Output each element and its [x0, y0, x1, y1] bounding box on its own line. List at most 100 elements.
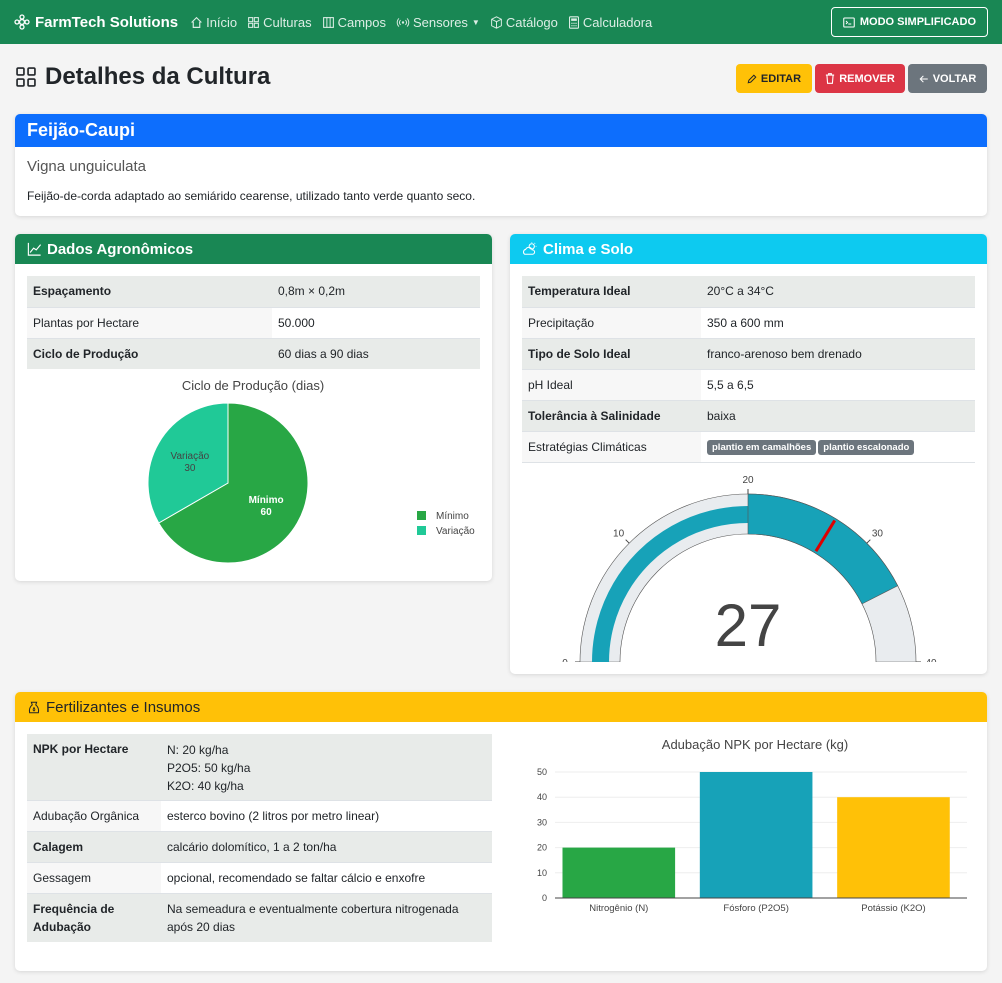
cloud-sun-icon [522, 242, 537, 255]
fert-card: Fertilizantes e Insumos NPK por Hectare … [15, 692, 987, 971]
table-row: Frequência de Adubação Na semeadura e eve… [27, 892, 492, 942]
table-row: Plantas por Hectare 50.000 [27, 306, 480, 338]
gauge-tick [866, 539, 871, 544]
x-tick-label: Fósforo (P2O5) [723, 903, 788, 914]
flower-icon [14, 14, 30, 30]
row-value: N: 20 kg/ha P2O5: 50 kg/ha K2O: 40 kg/ha [161, 734, 492, 800]
bar[interactable] [562, 847, 676, 898]
back-button[interactable]: VOLTAR [908, 64, 987, 93]
slice-value: 30 [184, 463, 196, 474]
nav-item-inicio[interactable]: Início [190, 15, 237, 30]
x-tick-label: Potássio (K2O) [861, 903, 925, 914]
npk-n: N: 20 kg/ha [167, 742, 229, 757]
table-row: pH Ideal 5,5 a 6,5 [522, 368, 975, 400]
y-tick-label: 30 [537, 817, 547, 827]
row-value: plantio em camalhões plantio escalonado [701, 430, 975, 462]
nav-item-sensores[interactable]: Sensores ▼ [396, 15, 480, 30]
edit-label: EDITAR [760, 72, 802, 85]
slice-label: Variação [171, 451, 210, 462]
gauge-tick-label: 10 [613, 529, 625, 540]
remove-label: REMOVER [839, 72, 895, 85]
row-key: NPK por Hectare [27, 734, 161, 800]
agro-table: Espaçamento 0,8m × 0,2m Plantas por Hecta… [27, 276, 480, 369]
gauge-tick-label: 30 [872, 529, 884, 540]
nav-item-catalogo[interactable]: Catálogo [490, 15, 558, 30]
row-value: franco-arenoso bem drenado [701, 337, 975, 369]
table-row: Temperatura Ideal 20°C a 34°C [522, 276, 975, 307]
pencil-icon [747, 74, 757, 83]
clima-header: Clima e Solo [510, 234, 987, 264]
production-cycle-pie-chart: Ciclo de Produção (dias)Mínimo60Variação… [147, 378, 475, 564]
table-row: Adubação Orgânica esterco bovino (2 litro… [27, 799, 492, 831]
npk-p: P2O5: 50 kg/ha [167, 760, 251, 775]
pie-title: Ciclo de Produção (dias) [182, 378, 324, 393]
y-tick-label: 20 [537, 843, 547, 853]
row-key: Espaçamento [27, 276, 272, 307]
columns-icon [322, 16, 334, 28]
droplet-bag-icon [28, 701, 40, 713]
table-row: Tolerância à Salinidade baixa [522, 399, 975, 431]
legend-swatch [417, 511, 426, 520]
nav-label: Sensores [413, 14, 468, 30]
legend-label: Variação [436, 526, 475, 537]
nav-item-culturas[interactable]: Culturas [247, 15, 312, 30]
nav-item-campos[interactable]: Campos [322, 15, 386, 30]
row-value: 0,8m × 0,2m [272, 276, 480, 307]
npk-k: K2O: 40 kg/ha [167, 778, 244, 793]
row-key: Precipitação [522, 306, 701, 338]
culture-card: Feijão-Caupi Vigna unguiculata Feijão-de… [15, 114, 987, 216]
fert-header-text: Fertilizantes e Insumos [46, 698, 201, 716]
row-value: calcário dolomítico, 1 a 2 ton/ha [161, 830, 492, 862]
row-key: Plantas por Hectare [27, 306, 272, 338]
agro-header-text: Dados Agronômicos [47, 240, 194, 258]
back-label: VOLTAR [932, 72, 977, 85]
row-value: esterco bovino (2 litros por metro linea… [161, 799, 492, 831]
row-value: 20°C a 34°C [701, 276, 975, 307]
row-key: Tipo de Solo Ideal [522, 337, 701, 369]
strategy-badge: plantio em camalhões [707, 439, 817, 455]
row-value: 60 dias a 90 dias [272, 337, 480, 369]
simple-mode-button[interactable]: MODO SIMPLIFICADO [830, 7, 988, 37]
legend-swatch [417, 526, 426, 535]
y-tick-label: 10 [537, 868, 547, 878]
y-tick-label: 40 [537, 792, 547, 802]
gauge-tick-label: 20 [742, 475, 754, 486]
gauge-value: 27 [715, 592, 782, 659]
row-key: pH Ideal [522, 368, 701, 400]
y-tick-label: 50 [537, 767, 547, 777]
row-key: Frequência de Adubação [27, 892, 161, 942]
edit-button[interactable]: EDITAR [736, 64, 812, 93]
row-key: Estratégias Climáticas [522, 430, 701, 462]
brand[interactable]: FarmTech Solutions [14, 14, 178, 31]
agro-card: Dados Agronômicos Espaçamento 0,8m × 0,2m… [15, 234, 492, 581]
agro-header: Dados Agronômicos [15, 234, 492, 264]
nav-item-calculadora[interactable]: Calculadora [568, 15, 652, 30]
terminal-icon [843, 16, 855, 28]
trash-icon [826, 73, 835, 84]
remove-button[interactable]: REMOVER [815, 64, 905, 93]
bar[interactable] [837, 797, 950, 898]
culture-description: Feijão-de-corda adaptado ao semiárido ce… [27, 189, 476, 203]
table-row: Tipo de Solo Ideal franco-arenoso bem dre… [522, 337, 975, 369]
gauge-tick-label: 0 [562, 658, 568, 662]
clima-table: Temperatura Ideal 20°C a 34°C Precipitaçã… [522, 276, 975, 463]
table-row: Precipitação 350 a 600 mm [522, 306, 975, 338]
row-key: Temperatura Ideal [522, 276, 701, 307]
scientific-name: Vigna unguiculata [27, 158, 146, 175]
page-title-text: Detalhes da Cultura [45, 63, 271, 90]
simple-mode-label: MODO SIMPLIFICADO [859, 16, 976, 28]
freq-label-line: Adubação [33, 919, 92, 934]
house-icon [191, 16, 202, 28]
freq-label-line: Frequência de [33, 901, 115, 916]
freq-value-line: Na semeadura e eventualmente cobertura n… [167, 901, 459, 916]
row-value: baixa [701, 399, 975, 431]
clima-card: Clima e Solo Temperatura Ideal 20°C a 34°… [510, 234, 987, 674]
clima-header-text: Clima e Solo [543, 240, 634, 258]
nav-label: Campos [337, 14, 386, 30]
gauge-tick [625, 539, 630, 544]
brand-name: FarmTech Solutions [35, 13, 179, 31]
bar[interactable] [699, 772, 813, 898]
culture-name: Feijão-Caupi [15, 114, 987, 147]
row-key: Gessagem [27, 861, 161, 893]
fert-table: NPK por Hectare N: 20 kg/ha P2O5: 50 kg/… [27, 734, 492, 942]
